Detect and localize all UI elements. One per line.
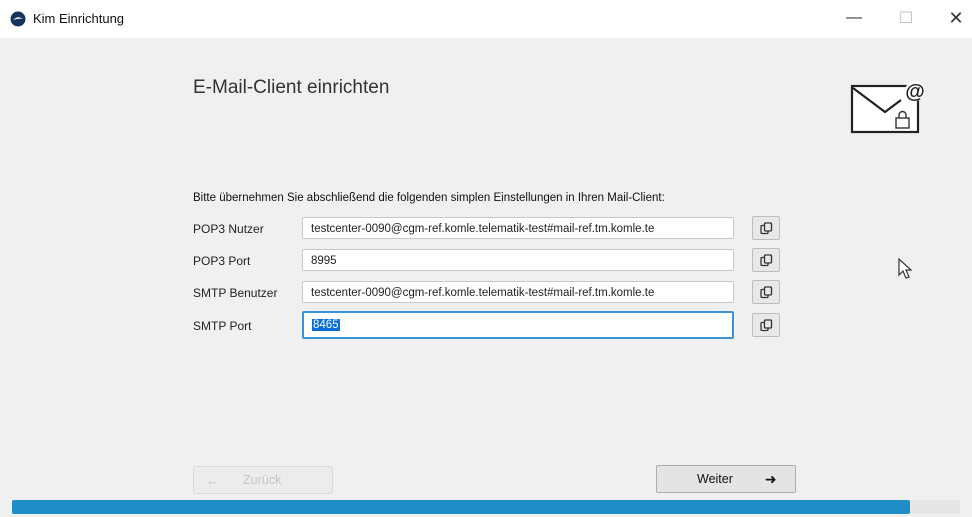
arrow-left-icon: ← xyxy=(206,472,219,488)
pop3-user-label: POP3 Nutzer xyxy=(193,222,264,236)
copy-icon xyxy=(759,318,772,331)
copy-smtp-port-button[interactable] xyxy=(752,313,780,337)
title-bar: Kim Einrichtung — ☐ ✕ xyxy=(0,0,972,38)
back-button[interactable]: ← Zurück xyxy=(193,466,333,494)
close-button[interactable]: ✕ xyxy=(936,4,972,32)
smtp-port-label: SMTP Port xyxy=(193,319,252,333)
back-button-label: Zurück xyxy=(243,473,282,487)
pop3-port-label: POP3 Port xyxy=(193,254,251,268)
kim-logo-icon xyxy=(10,11,26,27)
next-button-label: Weiter xyxy=(697,472,733,486)
smtp-port-field[interactable]: 8465 xyxy=(302,311,734,339)
maximize-button[interactable]: ☐ xyxy=(886,4,926,32)
next-button[interactable]: Weiter ➜ xyxy=(656,465,796,493)
copy-icon xyxy=(759,253,772,266)
arrow-right-icon: ➜ xyxy=(764,470,777,487)
minimize-button[interactable]: — xyxy=(834,4,874,32)
smtp-user-field[interactable]: testcenter-0090@cgm-ref.komle.telematik-… xyxy=(302,281,734,303)
svg-text:@: @ xyxy=(905,81,925,103)
mouse-pointer-icon xyxy=(898,258,913,279)
copy-pop3-user-button[interactable] xyxy=(752,216,780,240)
copy-smtp-user-button[interactable] xyxy=(752,280,780,304)
pop3-port-field[interactable]: 8995 xyxy=(302,249,734,271)
copy-icon xyxy=(759,285,772,298)
copy-pop3-port-button[interactable] xyxy=(752,248,780,272)
copy-icon xyxy=(759,221,772,234)
page-title: E-Mail-Client einrichten xyxy=(193,77,390,98)
progress-fill xyxy=(12,500,910,514)
pop3-user-field[interactable]: testcenter-0090@cgm-ref.komle.telematik-… xyxy=(302,217,734,239)
window-title: Kim Einrichtung xyxy=(33,11,125,26)
progress-bar xyxy=(12,500,960,514)
selected-text: 8465 xyxy=(312,319,340,331)
instruction-text: Bitte übernehmen Sie abschließend die fo… xyxy=(193,192,665,204)
smtp-user-label: SMTP Benutzer xyxy=(193,286,278,300)
mail-lock-icon: @ xyxy=(850,81,925,134)
